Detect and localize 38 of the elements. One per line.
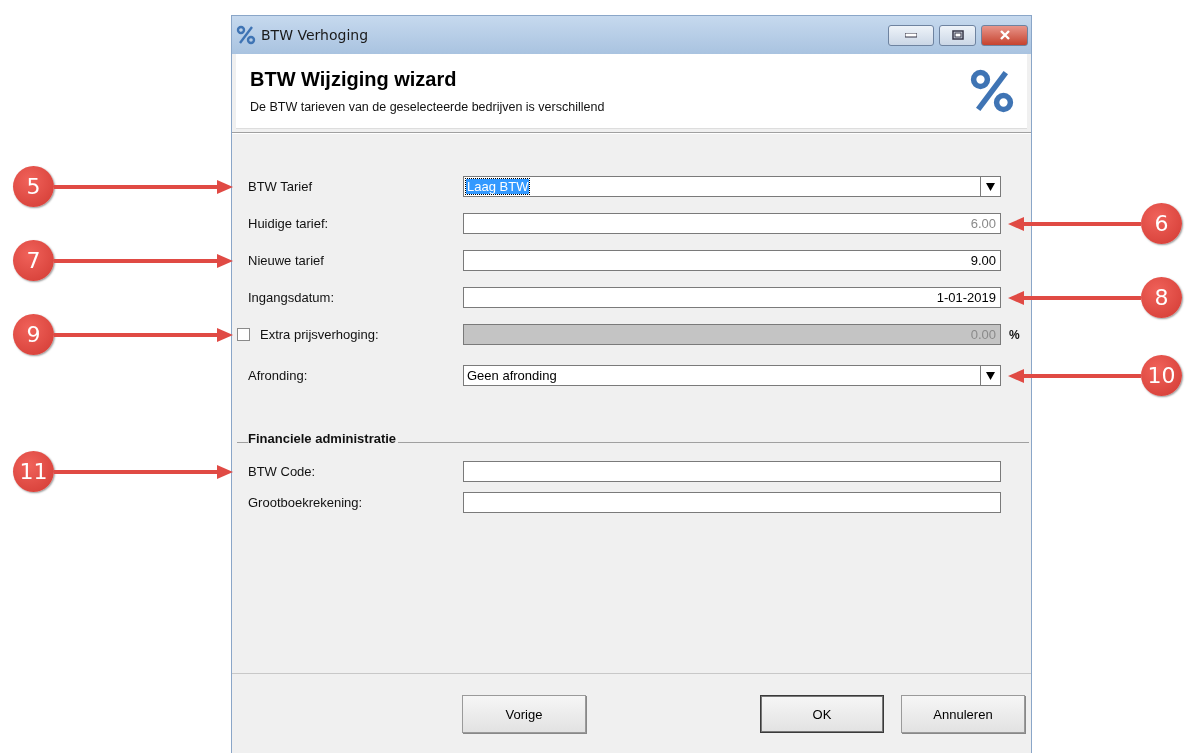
field-label: Grootboekrekening: xyxy=(247,495,364,510)
callout-badge: 7 xyxy=(13,240,54,281)
input-field[interactable] xyxy=(463,492,1001,513)
dialog-button[interactable]: Vorige xyxy=(462,695,586,733)
callout-badge: 5 xyxy=(13,166,54,207)
window-title: BTW Verhoging xyxy=(261,27,370,43)
unit-label: % xyxy=(1008,327,1021,342)
minimize-button[interactable] xyxy=(888,24,934,46)
percent-icon xyxy=(236,25,256,45)
field-label: Afronding: xyxy=(247,368,309,383)
input-field[interactable] xyxy=(463,461,1001,482)
callout-badge: 10 xyxy=(1141,355,1182,396)
callout-badge: 6 xyxy=(1141,203,1182,244)
field-label: Ingangsdatum: xyxy=(247,290,335,305)
callout-badge: 8 xyxy=(1141,277,1182,318)
dialog-button[interactable]: Annuleren xyxy=(901,695,1025,733)
wizard-subtitle: De BTW tarieven van de geselecteerde bedrijven is verschillend xyxy=(250,100,606,114)
input-field[interactable]: 9.00 xyxy=(463,250,1001,271)
maximize-button[interactable] xyxy=(939,24,976,46)
input-field[interactable]: 1-01-2019 xyxy=(463,287,1001,308)
close-icon xyxy=(998,30,1011,40)
percent-icon xyxy=(969,68,1015,114)
field-label: BTW Code: xyxy=(247,464,317,479)
wizard-title: BTW Wijziging wizard xyxy=(250,68,458,91)
field-label: BTW Tarief xyxy=(247,179,314,194)
section-title: Financiele administratie xyxy=(248,431,398,446)
close-button[interactable] xyxy=(981,24,1028,46)
dropdown[interactable]: Geen afronding xyxy=(463,365,1001,386)
callout-badge: 11 xyxy=(13,451,54,492)
minimize-icon xyxy=(905,32,917,38)
field-label: Nieuwe tarief xyxy=(247,253,325,268)
maximize-icon xyxy=(951,30,964,40)
caret-icon xyxy=(986,182,995,191)
callout-badge: 9 xyxy=(13,314,54,355)
dialog-button[interactable]: OK xyxy=(760,695,884,733)
checkbox-label: Extra prijsverhoging: xyxy=(260,327,379,342)
field-label: Huidige tarief: xyxy=(247,216,330,231)
caret-icon xyxy=(986,371,995,380)
